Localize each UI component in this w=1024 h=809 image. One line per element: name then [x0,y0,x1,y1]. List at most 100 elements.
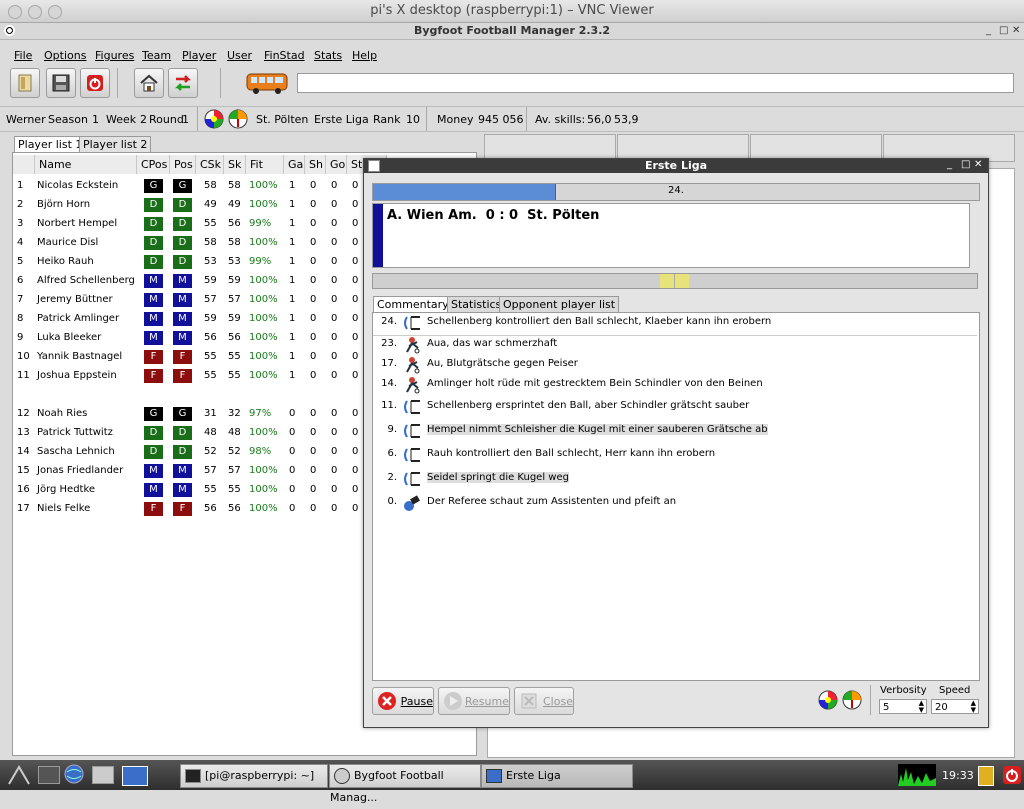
commentary-row[interactable]: 0. Der Referee schaut zum Assistenten und… [373,493,977,513]
quit-button[interactable] [80,68,110,98]
cell-go: 0 [331,218,338,229]
cell-fit: 100% [249,294,278,305]
commentary-row[interactable]: 11. Schellenberg ersprintet den Ball, abe… [373,397,977,417]
close-window-button[interactable] [8,5,22,19]
new-game-button[interactable] [10,68,40,98]
column-header-csk[interactable]: CSk [196,155,224,174]
column-header-go[interactable]: Go [326,155,347,174]
home-button[interactable] [134,68,164,98]
commentary-row[interactable]: 9. Hempel nimmt Schleisher die Kugel mit … [373,421,977,441]
column-header-name[interactable]: Name [35,155,137,174]
menu-file[interactable]: File [14,49,32,62]
column-header-cpos[interactable]: CPos [137,155,170,174]
league-name: Erste Liga [314,113,369,126]
save-button[interactable] [46,68,76,98]
cell-st: 0 [352,237,359,248]
close-button[interactable]: Close [514,687,574,715]
menu-user[interactable]: User [227,49,252,62]
boost-icon[interactable] [842,690,862,710]
minimize-window-button[interactable] [28,5,42,19]
cell-ga: 0 [289,465,296,476]
style-icon[interactable] [818,690,838,710]
pause-button[interactable]: Pause [372,687,434,715]
column-header-fit[interactable]: Fit [246,155,284,174]
dialog-maximize-icon[interactable]: □ [961,159,970,170]
commentary-text: Rauh kontrolliert den Ball schlecht, Her… [427,448,716,459]
column-header-ga[interactable]: Ga [284,155,305,174]
transfers-button[interactable] [168,68,198,98]
rank-value: 10 [406,113,420,126]
cell-ga: 1 [289,256,296,267]
minimize-icon[interactable]: _ [986,25,991,36]
cell-sh: 0 [310,465,317,476]
dialog-minimize-icon[interactable]: _ [947,159,952,170]
cell-go: 0 [331,275,338,286]
menu-options[interactable]: Options [44,49,86,62]
column-header-pos[interactable]: Pos [170,155,196,174]
commentary-row[interactable]: 17. Au, Blutgrätsche gegen Peiser [373,355,977,375]
bus-icon[interactable] [245,70,289,96]
spinner-arrows-icon[interactable]: ▲ ▼ [919,700,924,714]
tab-player-list-1[interactable]: Player list 1 [14,136,87,153]
menu-team[interactable]: Team [142,49,171,62]
task-bygfoot[interactable]: Bygfoot Football Manag... [329,764,481,804]
raspberry-menu-icon[interactable] [6,764,32,786]
commentary-row[interactable]: 14. Amlinger holt rüde mit gestrecktem Be… [373,375,977,395]
task-terminal[interactable]: [pi@raspberrypi: ~] [180,764,328,788]
cell-sh: 0 [310,199,317,210]
menu-player[interactable]: Player [182,49,216,62]
spinner-arrows-icon[interactable]: ▲ ▼ [971,700,976,714]
menu-stats[interactable]: Stats [314,49,342,62]
tab-player-list-2[interactable]: Player list 2 [79,136,152,153]
column-header-sk[interactable]: Sk [224,155,246,174]
position-badge: D [173,217,192,231]
boost-icon[interactable] [228,109,248,129]
task-erste-liga[interactable]: Erste Liga [481,764,633,788]
cell-n: 8 [17,313,24,324]
desktop-icon[interactable] [122,766,148,786]
week-label: Week [106,113,137,126]
cell-st: 0 [352,465,359,476]
commentary-row[interactable]: 23. Aua, das war schmerzhaft [373,335,977,355]
foul-icon [406,377,420,394]
cell-go: 0 [331,465,338,476]
power-icon[interactable] [1002,765,1022,785]
verbosity-spinner[interactable]: 5 ▲ ▼ [879,699,927,714]
cell-sh: 0 [310,370,317,381]
dialog-close-icon[interactable]: ✕ [974,159,982,170]
maximize-icon[interactable]: □ [999,25,1008,36]
transfer-arrows-icon [174,75,192,91]
message-entry[interactable] [297,73,1014,93]
commentary-row[interactable]: 6. Rauh kontrolliert den Ball schlecht, H… [373,445,977,465]
resume-button[interactable]: Resume [438,687,510,715]
cell-name: Yannik Bastnagel [37,351,123,362]
current-position-badge: D [144,217,163,231]
commentary-row[interactable]: 24. Schellenberg kontrolliert den Ball sc… [373,313,977,336]
menu-finstad[interactable]: FinStad [264,49,305,62]
position-badge: D [173,236,192,250]
column-header-number[interactable] [13,155,35,174]
close-icon[interactable]: ✕ [1012,25,1020,36]
menu-help[interactable]: Help [352,49,377,62]
file-manager-icon[interactable] [38,766,60,784]
cell-sk: 52 [228,446,241,457]
speed-spinner[interactable]: 20 ▲ ▼ [931,699,979,714]
style-icon[interactable] [204,109,224,129]
position-badge: M [173,464,192,478]
cell-csk: 57 [204,294,217,305]
cell-fit: 99% [249,218,272,229]
windows-icon[interactable] [92,766,114,784]
cell-sh: 0 [310,180,317,191]
cell-csk: 55 [204,370,217,381]
browser-icon[interactable] [64,764,84,784]
zoom-window-button[interactable] [48,5,62,19]
cell-name: Noah Ries [37,408,88,419]
column-header-sh[interactable]: Sh [305,155,326,174]
close-label: Close [543,694,573,708]
menu-figures[interactable]: Figures [95,49,134,62]
dialog-menu-icon[interactable] [368,160,380,172]
cell-csk: 58 [204,237,217,248]
commentary-row[interactable]: 2. Seidel springt die Kugel weg [373,469,977,489]
lock-icon[interactable] [978,766,994,786]
cell-st: 0 [352,180,359,191]
